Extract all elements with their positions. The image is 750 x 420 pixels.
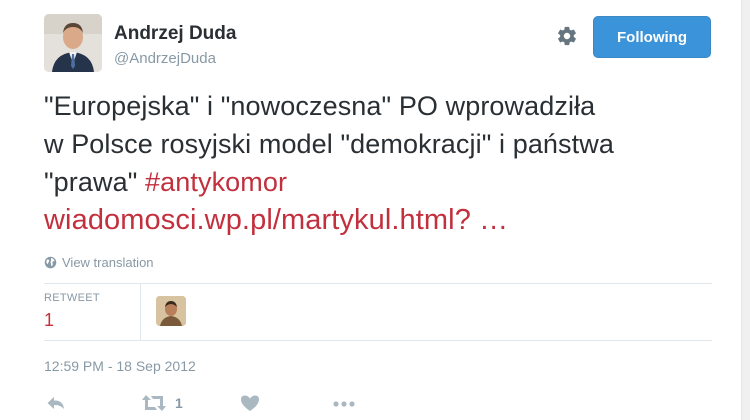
reply-icon [46, 394, 66, 412]
more-icon [332, 394, 356, 412]
retweet-action-count: 1 [175, 395, 183, 411]
more-button[interactable] [332, 394, 356, 412]
reply-button[interactable] [46, 394, 66, 412]
retweet-stat-count[interactable]: 1 [44, 310, 54, 331]
tweet-line-2: w Polsce rosyjski model "demokracji" i p… [44, 129, 614, 159]
stats-divider [140, 284, 141, 340]
scrollbar[interactable] [741, 0, 750, 420]
retweet-icon [141, 394, 167, 412]
view-translation-label: View translation [62, 255, 154, 270]
following-button[interactable]: Following [593, 16, 711, 58]
tweet-stats: RETWEET 1 [44, 284, 712, 340]
url-link[interactable]: wiadomosci.wp.pl/martykul.html? … [44, 201, 712, 239]
globe-icon [44, 256, 57, 269]
like-button[interactable] [240, 394, 260, 412]
author-handle[interactable]: @AndrzejDuda [114, 50, 216, 67]
divider [44, 340, 712, 341]
author-name[interactable]: Andrzej Duda [114, 23, 236, 45]
tweet-text: "Europejska" i "nowoczesna" PO wprowadzi… [44, 87, 712, 239]
retweet-stat-label[interactable]: RETWEET [44, 292, 100, 304]
tweet-line-3-text: "prawa" [44, 167, 146, 197]
retweeter-avatar[interactable] [156, 296, 186, 326]
tweet-actions: 1 [44, 394, 712, 418]
tweet-line-3: "prawa" #antykomor [44, 163, 712, 201]
view-translation-link[interactable]: View translation [44, 255, 154, 270]
tweet-timestamp[interactable]: 12:59 PM - 18 Sep 2012 [44, 358, 196, 374]
hashtag-link[interactable]: #antykomor [145, 167, 287, 197]
gear-icon[interactable] [556, 25, 578, 47]
heart-icon [240, 394, 260, 412]
tweet-line-1: "Europejska" i "nowoczesna" PO wprowadzi… [44, 91, 596, 121]
retweet-button[interactable]: 1 [141, 394, 183, 412]
author-avatar[interactable] [44, 14, 102, 72]
